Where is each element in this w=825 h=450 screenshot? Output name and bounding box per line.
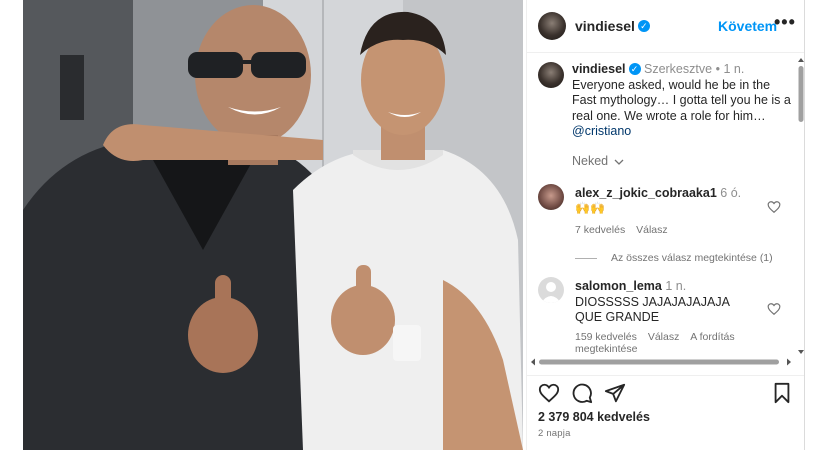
post-side-panel: vindiesel ✓ Követem ••• vindiesel ✓ Szerke… <box>526 0 805 450</box>
chevron-down-icon <box>614 159 624 165</box>
comment-username[interactable]: alex_z_jokic_cobraaka1 <box>575 186 717 200</box>
commenter-avatar[interactable] <box>538 277 564 303</box>
translation-toggle[interactable]: Neked <box>572 154 624 168</box>
edited-label: Szerkesztve <box>643 62 713 76</box>
separator-dot: • <box>715 62 720 76</box>
following-button[interactable]: Követem <box>718 18 777 34</box>
comment-meta: 7 kedvelés Válasz <box>575 224 668 236</box>
mention-link[interactable]: @cristiano <box>572 124 631 138</box>
reply-button[interactable]: Válasz <box>648 331 680 343</box>
verified-badge-icon: ✓ <box>637 20 650 33</box>
likes-count[interactable]: 2 379 804 kedvelés <box>538 410 650 424</box>
default-avatar-icon <box>541 282 561 303</box>
caption-text: Everyone asked, would he be in the Fast … <box>572 77 791 123</box>
comment-like-heart-icon[interactable] <box>767 200 781 214</box>
translation-label: Neked <box>572 154 609 168</box>
post-date: 2 napja <box>538 428 571 439</box>
view-replies-label: Az összes válasz megtekintése (1) <box>611 252 773 264</box>
caption-time[interactable]: 1 n. <box>723 62 744 76</box>
vertical-scroll-thumb <box>798 66 804 122</box>
heart-icon[interactable] <box>538 382 560 404</box>
comment-username[interactable]: salomon_lema <box>575 279 662 293</box>
post-photo-illustration <box>23 0 523 450</box>
commenter-avatar[interactable] <box>538 184 564 210</box>
comment-time: 6 ó. <box>720 186 742 200</box>
panel-border <box>804 0 805 450</box>
horizontal-scroll-thumb <box>539 359 779 365</box>
caption: vindiesel ✓ Szerkesztve • 1 n. Everyone a… <box>572 62 792 140</box>
author-username-row: vindiesel ✓ <box>575 18 650 34</box>
reply-button[interactable]: Válasz <box>636 224 668 236</box>
post-photo <box>23 0 523 450</box>
comment-meta: 159 kedvelés Válasz A fordítás megtekint… <box>575 331 795 354</box>
post-header: vindiesel ✓ Követem ••• <box>527 0 805 53</box>
paper-plane-icon[interactable] <box>604 382 626 404</box>
verified-badge-icon: ✓ <box>628 62 641 75</box>
bookmark-icon[interactable] <box>771 382 793 404</box>
replies-divider <box>575 257 597 259</box>
comment-time: 1 n. <box>665 279 687 293</box>
comment-likes[interactable]: 7 kedvelés <box>575 224 625 236</box>
author-avatar[interactable] <box>538 12 566 40</box>
view-replies-button[interactable]: Az összes válasz megtekintése (1) <box>575 252 773 264</box>
comment-text: DIOSSSSS JAJAJAJAJAJA QUE GRANDE <box>575 294 730 325</box>
more-options-icon[interactable]: ••• <box>774 12 796 33</box>
comment-icon[interactable] <box>571 382 593 404</box>
post-actions: 2 379 804 kedvelés 2 napja <box>527 375 805 450</box>
horizontal-scrollbar[interactable] <box>529 357 793 367</box>
comment-likes[interactable]: 159 kedvelés <box>575 331 637 343</box>
comment-1-header: alex_z_jokic_cobraaka1 6 ó. <box>575 186 741 200</box>
caption-author-avatar[interactable] <box>538 62 564 88</box>
comment-2-body: salomon_lema 1 n. DIOSSSSS JAJAJAJAJAJA … <box>575 279 755 326</box>
caption-username[interactable]: vindiesel <box>572 62 626 76</box>
comment-like-heart-icon[interactable] <box>767 302 781 316</box>
comment-text: 🙌🙌 <box>575 201 605 215</box>
author-username[interactable]: vindiesel <box>575 18 635 34</box>
comments-area: vindiesel ✓ Szerkesztve • 1 n. Everyone a… <box>527 54 795 354</box>
